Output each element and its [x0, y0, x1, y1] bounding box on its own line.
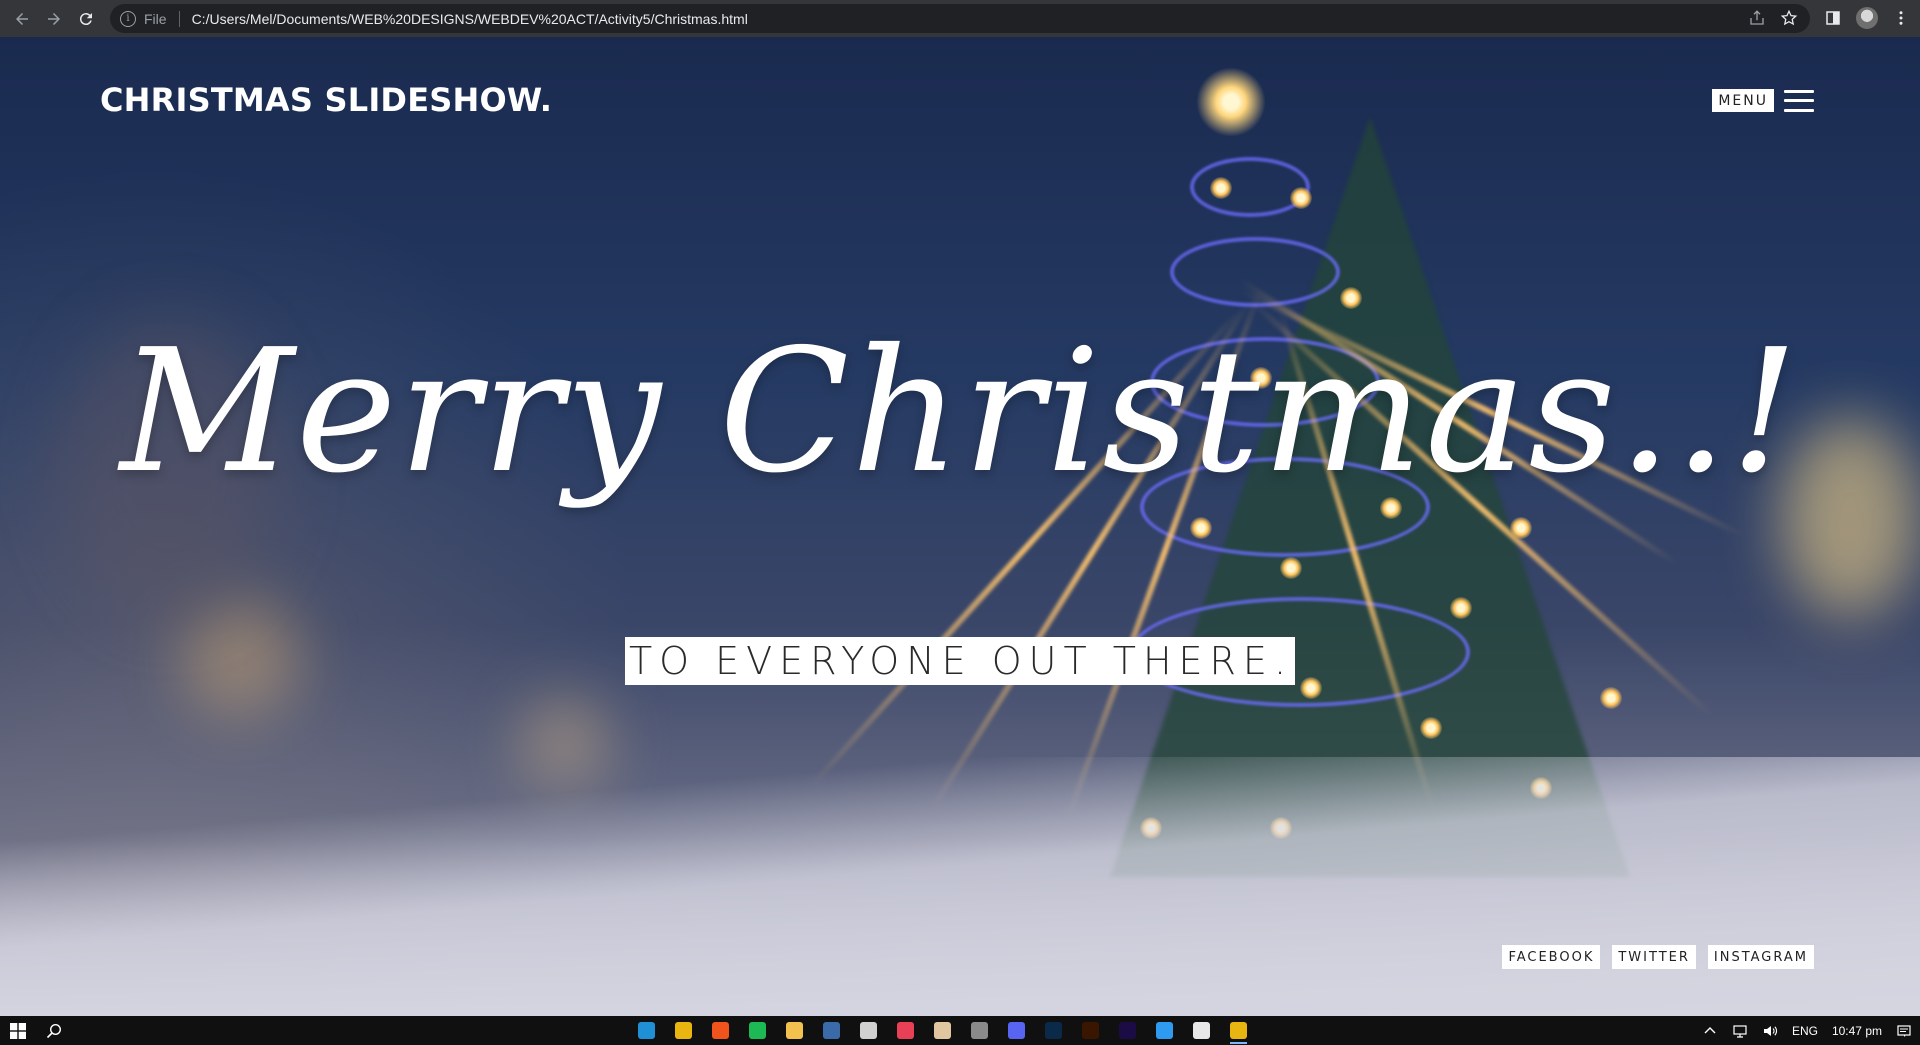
hamburger-icon[interactable]	[1784, 89, 1814, 112]
brave-icon	[712, 1022, 729, 1039]
hero-section: CHRISTMAS SLIDESHOW. MENU Merry Christma…	[0, 37, 1920, 1016]
file-explorer-icon	[786, 1022, 803, 1039]
taskbar-app[interactable]	[632, 1018, 661, 1043]
address-bar[interactable]: i File C:/Users/Mel/Documents/WEB%20DESI…	[110, 4, 1810, 33]
tree-bulb	[1450, 597, 1472, 619]
taskbar-app[interactable]	[854, 1018, 883, 1043]
taskbar-app[interactable]	[1224, 1018, 1253, 1044]
start-button[interactable]	[0, 1016, 36, 1045]
snow-ground	[0, 757, 1920, 1016]
illustrator-icon	[1082, 1022, 1099, 1039]
search-button[interactable]	[36, 1016, 72, 1045]
forward-button[interactable]	[38, 3, 70, 35]
vscode-icon	[1156, 1022, 1173, 1039]
omnibox-divider	[178, 10, 180, 27]
taskbar-app[interactable]	[965, 1018, 994, 1043]
back-button[interactable]	[6, 3, 38, 35]
tree-bulb	[1190, 517, 1212, 539]
taskbar-app[interactable]	[928, 1018, 957, 1043]
profile-avatar[interactable]	[1856, 7, 1878, 29]
kebab-menu-icon[interactable]	[1892, 9, 1910, 27]
tree-bulb	[1420, 717, 1442, 739]
discord-icon	[1008, 1022, 1025, 1039]
network-icon[interactable]	[1732, 1023, 1748, 1039]
taskbar-app[interactable]	[1002, 1018, 1031, 1043]
bookmark-star-icon[interactable]	[1780, 9, 1798, 27]
taskbar-app[interactable]	[669, 1018, 698, 1043]
info-icon[interactable]: i	[120, 10, 136, 27]
instagram-link[interactable]: INSTAGRAM	[1707, 945, 1814, 969]
facebook-link[interactable]: FACEBOOK	[1502, 945, 1601, 969]
tree-bulb	[1600, 687, 1622, 709]
url-text[interactable]: C:/Users/Mel/Documents/WEB%20DESIGNS/WEB…	[192, 11, 748, 27]
taskbar-app[interactable]	[891, 1018, 920, 1043]
social-links: FACEBOOK TWITTER INSTAGRAM	[1502, 945, 1814, 969]
taskbar-app[interactable]	[706, 1018, 735, 1043]
paint-icon	[934, 1022, 951, 1039]
tree-bulb	[1210, 177, 1232, 199]
volume-icon[interactable]	[1762, 1023, 1778, 1039]
premiere-icon	[1119, 1022, 1136, 1039]
taskbar-app[interactable]	[743, 1018, 772, 1043]
spotify-icon	[749, 1022, 766, 1039]
taskbar-app[interactable]	[1076, 1018, 1105, 1043]
menu-label[interactable]: MENU	[1712, 89, 1774, 112]
browser-toolbar: i File C:/Users/Mel/Documents/WEB%20DESI…	[0, 0, 1920, 37]
site-brand[interactable]: CHRISTMAS SLIDESHOW.	[100, 81, 552, 119]
arrow-right-icon	[48, 12, 60, 25]
taskbar-app[interactable]	[817, 1018, 846, 1043]
search-icon	[46, 1023, 62, 1038]
light-spiral	[1190, 157, 1310, 217]
scheme-label: File	[144, 10, 167, 27]
chevron-up-icon[interactable]	[1702, 1023, 1718, 1039]
menu-toggle[interactable]: MENU	[1712, 89, 1814, 112]
notifications-icon[interactable]	[1896, 1023, 1912, 1039]
windows-icon	[10, 1022, 26, 1039]
twitter-link[interactable]: TWITTER	[1612, 945, 1696, 969]
valorant-icon	[897, 1022, 914, 1039]
epic-games-icon	[860, 1022, 877, 1039]
chrome-active-icon	[1230, 1022, 1247, 1039]
hero-headline: Merry Christmas..!	[119, 313, 1801, 511]
taskbar-app[interactable]	[1150, 1018, 1179, 1043]
share-icon[interactable]	[1748, 9, 1766, 27]
taskbar-app[interactable]	[1187, 1018, 1216, 1043]
tree-bulb	[1510, 517, 1532, 539]
reload-icon	[79, 12, 92, 25]
side-panel-icon[interactable]	[1824, 9, 1842, 27]
system-tray: ENG 10:47 pm	[1702, 1016, 1912, 1045]
taskbar: ENG 10:47 pm	[0, 1016, 1920, 1045]
taskbar-app[interactable]	[1113, 1018, 1142, 1043]
photoshop-icon	[1045, 1022, 1062, 1039]
steam-icon	[823, 1022, 840, 1039]
tree-bulb	[1340, 287, 1362, 309]
misc-app-icon	[971, 1022, 988, 1039]
arrow-left-icon	[16, 12, 28, 25]
clock[interactable]: 10:47 pm	[1832, 1024, 1882, 1038]
unity-icon	[1193, 1022, 1210, 1039]
tree-bulb	[1280, 557, 1302, 579]
taskbar-app[interactable]	[1039, 1018, 1068, 1043]
tree-star	[1196, 67, 1266, 137]
taskbar-app[interactable]	[780, 1018, 809, 1043]
edge-icon	[638, 1022, 655, 1039]
language-indicator[interactable]: ENG	[1792, 1024, 1818, 1038]
taskbar-apps	[632, 1018, 1253, 1044]
chrome-icon	[675, 1022, 692, 1039]
hero-subline: TO EVERYONE OUT THERE.	[624, 637, 1296, 685]
tree-bulb	[1290, 187, 1312, 209]
reload-button[interactable]	[70, 3, 102, 35]
